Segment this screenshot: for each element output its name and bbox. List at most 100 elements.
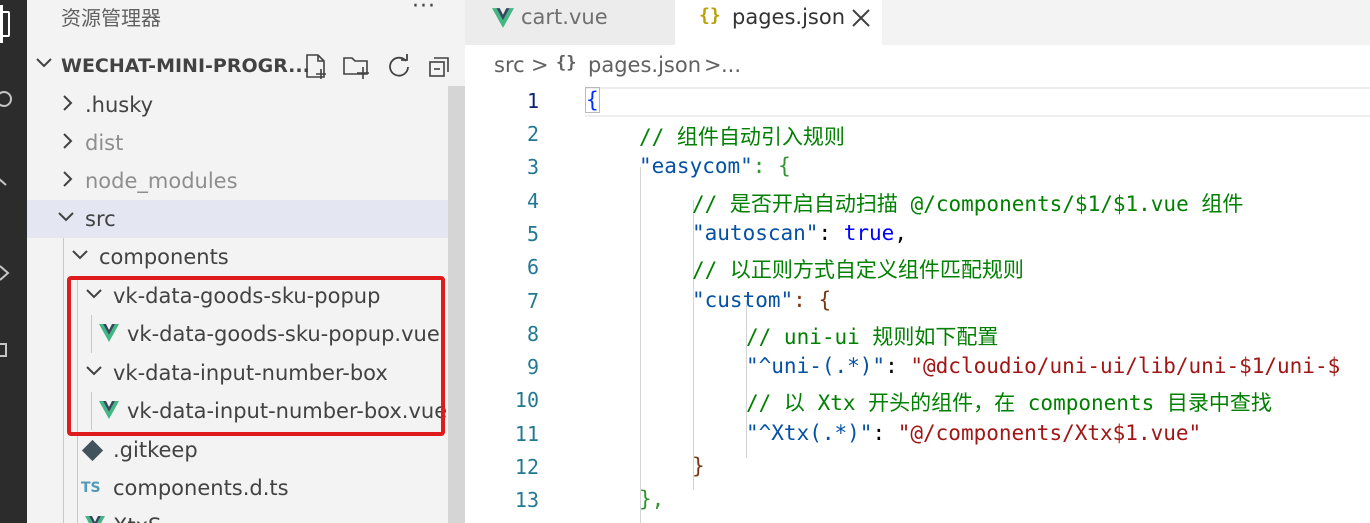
new-folder-icon[interactable] — [341, 52, 371, 85]
line-number: 2 — [526, 122, 539, 146]
code-line-3: "easycom": { — [639, 154, 791, 178]
code-token: : { — [793, 288, 832, 312]
tree-item-label: .husky — [85, 93, 154, 117]
code-line-13: }, — [639, 487, 664, 511]
code-token: } — [692, 454, 705, 478]
code-value: "@dcloudio/uni-ui/lib/uni-$1/uni-$ — [910, 354, 1341, 378]
breadcrumb: src > {} pages.json > ... — [465, 45, 1370, 87]
breadcrumb-folder[interactable]: src — [494, 53, 525, 77]
line-number: 4 — [526, 189, 539, 213]
code-line-11: "^Xtx(.*)": "@/components/Xtx$1.vue" — [746, 421, 1201, 445]
code-key: "autoscan" — [692, 221, 819, 245]
collapse-all-icon[interactable] — [427, 52, 453, 85]
code-comment: // 以正则方式自定义组件匹配规则 — [692, 258, 1024, 282]
line-number: 13 — [514, 488, 539, 512]
editor-tab-bar: cart.vue {} pages.json — [465, 0, 1370, 45]
tree-item-label: src — [85, 207, 116, 231]
tree-item-components[interactable]: components — [27, 238, 448, 276]
explorer-title: 资源管理器 — [61, 6, 161, 30]
activity-bar — [0, 0, 27, 523]
chevron-right-icon — [59, 169, 77, 194]
tree-item-dist[interactable]: dist — [27, 124, 448, 162]
line-number: 3 — [526, 155, 539, 179]
code-value: "@/components/Xtx$1.vue" — [897, 421, 1202, 445]
indent-guide — [640, 167, 641, 523]
breadcrumb-separator: > — [704, 53, 722, 77]
line-number: 10 — [514, 388, 539, 412]
line-number: 11 — [514, 422, 539, 446]
code-token: : { — [752, 154, 791, 178]
code-key: "custom" — [692, 288, 794, 312]
line-number: 6 — [526, 255, 539, 279]
workspace-section-header[interactable]: WECHAT-MINI-PROGR... — [27, 46, 465, 86]
tree-item-label: components — [99, 245, 229, 269]
sidebar-scrollbar[interactable] — [448, 86, 465, 523]
line-number: 7 — [526, 289, 539, 313]
chevron-right-icon — [59, 131, 77, 156]
new-file-icon[interactable] — [303, 52, 329, 85]
chevron-down-icon — [57, 207, 75, 232]
explorer-sidebar: 资源管理器 ··· WECHAT-MINI-PROGR... .husky di… — [27, 0, 465, 523]
search-icon[interactable] — [0, 84, 27, 114]
code-token: , — [894, 221, 907, 245]
tree-indent-guide — [63, 238, 64, 523]
code-key: "^Xtx(.*)" — [746, 421, 873, 445]
tab-label: pages.json — [732, 5, 845, 29]
code-key: "easycom" — [639, 154, 753, 178]
refresh-icon[interactable] — [386, 52, 412, 85]
tab-cart-vue[interactable]: cart.vue — [465, 0, 675, 45]
run-debug-icon[interactable] — [0, 258, 27, 288]
line-number: 8 — [526, 322, 539, 346]
code-token: : — [885, 354, 911, 378]
workspace-name: WECHAT-MINI-PROGR... — [61, 55, 310, 77]
code-line-8: // uni-ui 规则如下配置 — [746, 321, 998, 351]
annotation-highlight-box — [67, 276, 445, 436]
vue-file-icon — [492, 8, 514, 28]
chevron-down-icon — [71, 245, 89, 270]
tab-pages-json[interactable]: {} pages.json — [675, 0, 882, 45]
tree-item-label: dist — [85, 131, 124, 155]
extensions-icon[interactable] — [0, 336, 27, 366]
tree-item-xtx[interactable]: XtxS... — [27, 507, 448, 523]
breadcrumb-file[interactable]: pages.json — [588, 53, 701, 77]
code-token: : — [872, 421, 898, 445]
code-comment: // 组件自动引入规则 — [639, 125, 845, 149]
line-number: 1 — [526, 89, 539, 113]
code-editor[interactable]: 1 2 3 4 5 6 7 8 9 10 11 12 13 { // 组件自动引… — [465, 87, 1370, 523]
tree-item-label: node_modules — [85, 169, 238, 193]
code-comment: // 是否开启自动扫描 @/components/$1/$1.vue 组件 — [692, 192, 1244, 216]
code-line-12: } — [692, 454, 705, 478]
breadcrumb-symbol[interactable]: ... — [721, 53, 741, 77]
tree-item-label: .gitkeep — [113, 438, 198, 462]
code-line-5: "autoscan": true, — [692, 221, 907, 245]
explorer-icon[interactable] — [0, 5, 27, 43]
tree-item-husky[interactable]: .husky — [27, 86, 448, 124]
line-number: 12 — [514, 455, 539, 479]
code-token: { — [585, 87, 600, 113]
code-token: : — [818, 221, 844, 245]
tab-label: cart.vue — [521, 5, 608, 29]
code-line-2: // 组件自动引入规则 — [639, 121, 845, 151]
code-line-6: // 以正则方式自定义组件匹配规则 — [692, 254, 1024, 284]
json-file-icon: {} — [556, 53, 577, 73]
tree-item-gitkeep[interactable]: .gitkeep — [27, 431, 448, 469]
code-comment: // 以 Xtx 开头的组件，在 components 目录中查找 — [746, 391, 1272, 415]
code-token: }, — [639, 487, 665, 511]
source-control-icon[interactable] — [0, 170, 27, 200]
tree-item-src[interactable]: src — [27, 200, 448, 238]
close-icon[interactable] — [850, 3, 872, 35]
code-line-1: { — [585, 87, 600, 113]
code-line-9: "^uni-(.*)": "@dcloudio/uni-ui/lib/uni-$… — [746, 354, 1340, 378]
chevron-down-icon — [35, 53, 53, 76]
more-actions-icon[interactable]: ··· — [412, 0, 436, 19]
line-number: 9 — [526, 355, 539, 379]
code-line-4: // 是否开启自动扫描 @/components/$1/$1.vue 组件 — [692, 188, 1243, 218]
code-line-7: "custom": { — [692, 288, 831, 312]
tree-item-components-dts[interactable]: TS components.d.ts — [27, 469, 448, 507]
tree-item-node-modules[interactable]: node_modules — [27, 162, 448, 200]
tree-item-label: components.d.ts — [113, 476, 289, 500]
code-comment: // uni-ui 规则如下配置 — [746, 325, 999, 349]
breadcrumb-separator: > — [531, 53, 549, 77]
code-key: "^uni-(.*)" — [746, 354, 886, 378]
git-file-icon — [81, 439, 104, 462]
